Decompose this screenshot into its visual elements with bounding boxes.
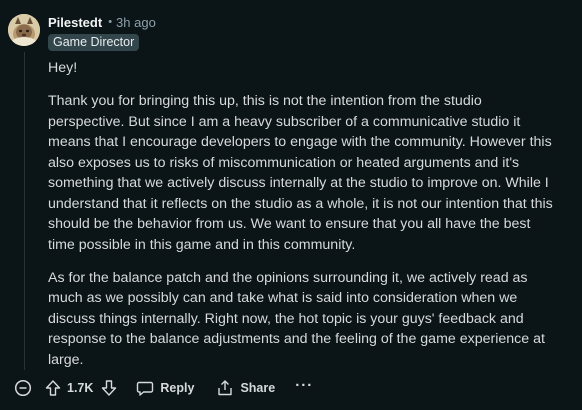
downvote-button[interactable] <box>100 379 118 397</box>
meta-separator: • <box>108 16 113 28</box>
comment-paragraph: Thank you for bringing this up, this is … <box>48 93 553 253</box>
upvote-button[interactable] <box>44 379 62 397</box>
share-label: Share <box>240 381 276 395</box>
speech-bubble-icon <box>137 381 154 396</box>
downvote-arrow-icon <box>102 380 117 396</box>
comment-header: Pilestedt • 3h ago Game Director <box>48 13 572 51</box>
thread-line[interactable] <box>24 52 25 370</box>
share-button[interactable]: Share <box>216 379 275 397</box>
avatar[interactable] <box>8 14 40 46</box>
author-username[interactable]: Pilestedt <box>48 15 102 30</box>
comment-action-bar: 1.7K Reply Share ··· <box>14 376 313 400</box>
more-dots-icon: ··· <box>295 377 314 394</box>
reply-label: Reply <box>160 381 195 395</box>
avatar-image <box>8 14 40 46</box>
comment-body: Hey! Thank you for bringing this up, thi… <box>48 58 560 383</box>
comment-paragraph: As for the balance patch and the opinion… <box>48 269 545 368</box>
reply-button[interactable]: Reply <box>136 379 194 397</box>
more-options-button[interactable]: ··· <box>295 377 314 394</box>
collapse-circle-minus-icon <box>14 379 32 397</box>
vote-count: 1.7K <box>67 381 94 395</box>
upvote-arrow-icon <box>45 380 61 396</box>
share-arrow-icon <box>218 380 233 396</box>
comment-paragraph: Hey! <box>48 60 78 76</box>
comment-meta: Pilestedt • 3h ago <box>48 13 572 31</box>
collapse-button[interactable] <box>14 379 32 397</box>
user-flair: Game Director <box>48 34 140 51</box>
comment-timestamp[interactable]: 3h ago <box>116 15 156 30</box>
